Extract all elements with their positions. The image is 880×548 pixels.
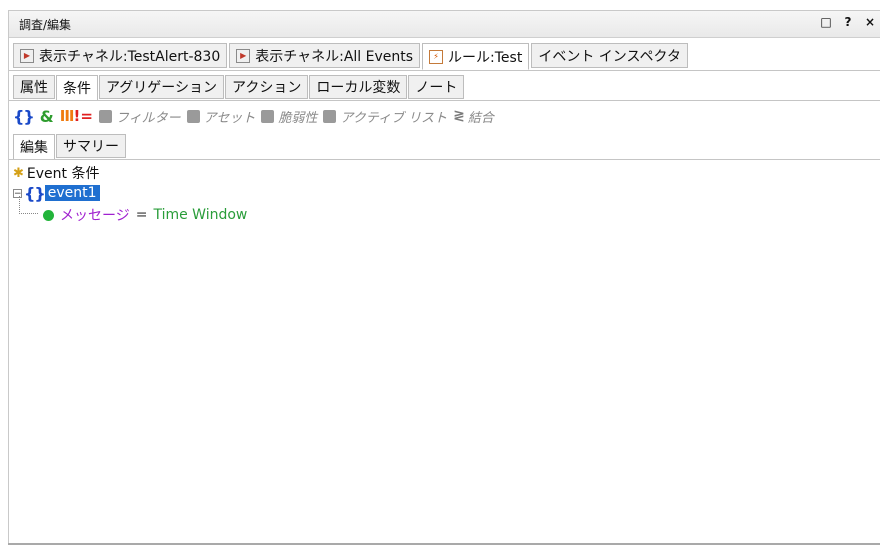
condition-toolbar: {} & III != フィルター アセット 脆弱性 アクティブ リスト ≷ 結… xyxy=(13,105,500,127)
tab-edit[interactable]: 編集 xyxy=(13,134,55,160)
tab-channel-testalert[interactable]: ▶ 表示チャネル:TestAlert-830 xyxy=(13,43,228,68)
tab-attributes[interactable]: 属性 xyxy=(13,75,55,99)
tab-summary[interactable]: サマリー xyxy=(56,134,126,158)
asset-button[interactable]: アセット xyxy=(186,107,256,126)
help-icon[interactable]: ? xyxy=(842,15,854,29)
divider xyxy=(9,100,880,101)
condition-dot-icon xyxy=(43,209,54,221)
filter-button[interactable]: フィルター xyxy=(98,107,181,126)
active-list-button[interactable]: アクティブ リスト xyxy=(323,107,447,126)
title-bar: 調査/編集 □ ? × xyxy=(9,11,880,38)
bolt-icon: ⚡ xyxy=(429,49,444,64)
condition-field: メッセージ xyxy=(60,208,130,224)
join-button[interactable]: ≷ 結合 xyxy=(453,107,494,126)
edit-tab-bar: 編集 サマリー xyxy=(13,134,127,160)
node-label: event1 xyxy=(44,185,100,201)
tab-event-inspector[interactable]: イベント インスペクタ xyxy=(531,43,688,68)
tab-aggregation[interactable]: アグリゲーション xyxy=(99,75,225,99)
tab-label: イベント インスペクタ xyxy=(538,48,681,65)
active-list-icon xyxy=(323,109,337,123)
join-label: 結合 xyxy=(467,110,494,126)
tab-notes[interactable]: ノート xyxy=(408,75,465,99)
gear-icon: ✱ xyxy=(13,165,24,181)
tab-actions[interactable]: アクション xyxy=(225,75,309,99)
tree-root[interactable]: ✱ Event 条件 xyxy=(13,163,99,183)
condition-value: Time Window xyxy=(153,207,248,223)
tree-connector xyxy=(19,196,38,214)
vulnerability-button[interactable]: 脆弱性 xyxy=(261,107,317,126)
bottom-border xyxy=(8,543,880,545)
tree-root-label: Event 条件 xyxy=(26,166,100,182)
vulnerability-icon xyxy=(261,109,275,123)
asset-icon xyxy=(186,109,200,123)
braces-icon[interactable]: {} xyxy=(13,107,35,126)
active-list-label: アクティブ リスト xyxy=(340,110,448,126)
join-icon: ≷ xyxy=(453,108,465,124)
condition-tree: ✱ Event 条件 − {} event1 メッセージ = Time Wind… xyxy=(13,163,247,224)
close-icon[interactable]: × xyxy=(864,15,876,29)
tab-label: ルール:Test xyxy=(448,49,523,66)
main-tab-bar: ▶ 表示チャネル:TestAlert-830 ▶ 表示チャネル:All Even… xyxy=(13,43,690,70)
window-buttons: □ ? × xyxy=(820,15,876,29)
divider xyxy=(9,159,880,160)
panel-title: 調査/編集 xyxy=(19,18,72,32)
sub-tab-bar: 属性 条件 アグリゲーション アクション ローカル変数 ノート xyxy=(13,75,465,101)
divider xyxy=(9,70,880,71)
tab-channel-all-events[interactable]: ▶ 表示チャネル:All Events xyxy=(229,43,421,68)
condition-operator: = xyxy=(135,207,148,223)
play-icon: ▶ xyxy=(236,48,251,63)
vulnerability-label: 脆弱性 xyxy=(278,110,318,126)
edit-panel: 調査/編集 □ ? × ▶ 表示チャネル:TestAlert-830 ▶ 表示チ… xyxy=(8,10,880,544)
tab-label: 表示チャネル:All Events xyxy=(255,48,414,65)
and-icon[interactable]: & xyxy=(40,107,54,126)
tab-label: 表示チャネル:TestAlert-830 xyxy=(39,48,221,65)
bars-neq-button[interactable]: III != xyxy=(60,107,93,125)
float-icon[interactable]: □ xyxy=(820,15,832,29)
not-equal-icon: != xyxy=(73,107,93,125)
tab-rule-test[interactable]: ⚡ ルール:Test xyxy=(422,43,530,70)
tree-node-condition[interactable]: メッセージ = Time Window xyxy=(43,205,247,225)
tab-local-variables[interactable]: ローカル変数 xyxy=(309,75,408,99)
filter-icon xyxy=(98,109,112,123)
tab-conditions[interactable]: 条件 xyxy=(56,75,98,101)
bars-icon: III xyxy=(59,107,75,125)
play-icon: ▶ xyxy=(20,48,34,63)
filter-label: フィルター xyxy=(115,110,181,126)
asset-label: アセット xyxy=(203,110,256,126)
